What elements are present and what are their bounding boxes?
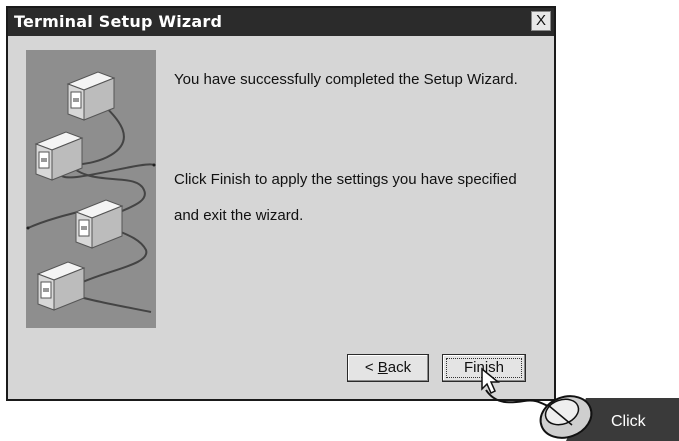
close-button[interactable]: X	[531, 11, 551, 31]
page: Terminal Setup Wizard X You have success…	[0, 0, 679, 441]
back-label-mnemonic: B	[377, 359, 388, 376]
back-button[interactable]: < Back	[347, 354, 429, 382]
completion-message: You have successfully completed the Setu…	[174, 71, 518, 88]
mouse-cord	[485, 389, 551, 408]
window-title: Terminal Setup Wizard	[14, 12, 223, 31]
click-label: Click	[611, 413, 646, 430]
networked-computers-illustration	[26, 50, 156, 328]
computers-network-graphic	[26, 50, 156, 328]
instruction-line-1: Click Finish to apply the settings you h…	[174, 171, 517, 188]
click-callout	[481, 367, 679, 441]
instruction-line-2: and exit the wizard.	[174, 207, 304, 224]
arrow-cursor-icon	[481, 367, 501, 395]
back-label-prefix: <	[364, 359, 378, 376]
title-bar[interactable]: Terminal Setup Wizard X	[8, 8, 554, 36]
back-label-rest: ack	[387, 359, 412, 376]
wizard-dialog: Terminal Setup Wizard X You have success…	[6, 6, 556, 401]
